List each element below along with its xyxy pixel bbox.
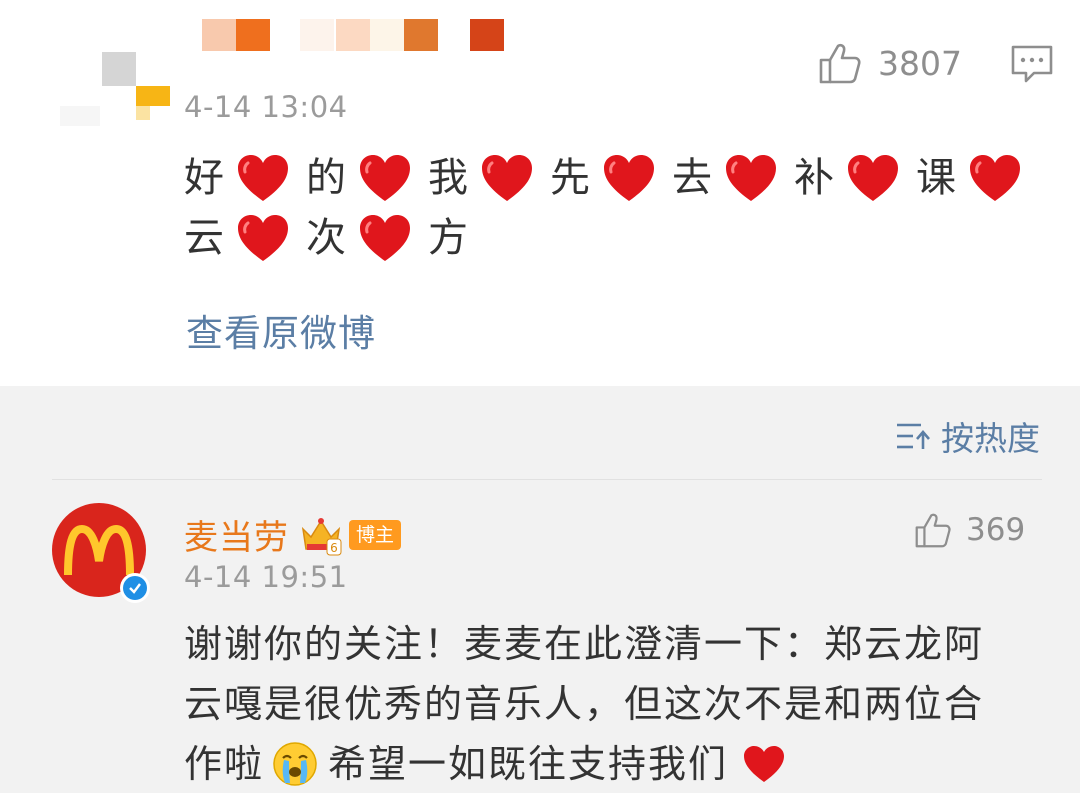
post-text-line: 好的我先去补课 — [184, 148, 1044, 208]
mcdonalds-logo-icon — [64, 525, 134, 576]
sort-label: 按热度 — [941, 419, 1040, 458]
post-like-count: 3807 — [878, 43, 962, 83]
post-char: 课 — [916, 155, 956, 201]
verified-check-icon — [120, 573, 150, 603]
comment-author-row: 麦当劳 6 博主 — [184, 510, 402, 559]
sort-by-heat-button[interactable]: 按热度 — [895, 412, 1040, 460]
post-char: 去 — [672, 155, 712, 201]
post-text: 好 的 我 先 去 补 课 云 次 方 — [184, 148, 1044, 268]
comment-author-name[interactable]: 麦当劳 — [184, 510, 289, 559]
comment-like-button[interactable]: 369 — [914, 512, 1025, 548]
post-char: 方 — [428, 215, 468, 261]
post-char: 先 — [550, 155, 590, 201]
red-heart-emoji — [600, 150, 672, 206]
comment-text-segment: 希望一如既往支持我们 — [328, 742, 729, 786]
red-heart-emoji — [234, 210, 306, 266]
red-heart-emoji — [234, 150, 306, 206]
red-heart-emoji — [478, 150, 550, 206]
avatar[interactable] — [52, 503, 150, 603]
comment-bubble-icon[interactable] — [1010, 44, 1054, 84]
divider — [52, 479, 1042, 480]
post-char: 云 — [184, 215, 224, 261]
post-char: 好 — [184, 155, 224, 201]
crown-level: 6 — [330, 541, 338, 555]
crown-icon[interactable]: 6 — [299, 513, 343, 557]
thumbs-up-icon — [819, 43, 861, 84]
view-original-link[interactable]: 查看原微博 — [186, 303, 376, 357]
red-heart-emoji — [744, 746, 785, 782]
comment-text-line: 云嘎是很优秀的音乐人，但这次不是和两位合 — [184, 682, 985, 726]
comment-text: 谢谢你的关注！麦麦在此澄清一下：郑云龙阿 云嘎是很优秀的音乐人，但这次不是和两位… — [184, 614, 1044, 793]
author-badge: 博主 — [349, 519, 402, 550]
crying-face-emoji — [273, 742, 317, 786]
post-like-button[interactable]: 3807 — [818, 42, 962, 84]
original-post: 3807 4-14 13:04 好 的 我 先 去 补 课 云 次 方 查看原微博 — [0, 0, 1080, 386]
comment-text-segment: 作啦 — [184, 742, 265, 786]
comment-text-line: 作啦 希望一如既往支持我们 — [184, 734, 1044, 793]
post-char: 的 — [306, 155, 346, 201]
red-heart-emoji — [722, 150, 794, 206]
thumbs-up-icon — [915, 513, 951, 548]
comment-text-line: 谢谢你的关注！麦麦在此澄清一下：郑云龙阿 — [184, 622, 985, 666]
post-char: 我 — [428, 155, 468, 201]
comment-like-count: 369 — [966, 512, 1026, 548]
red-heart-emoji — [356, 210, 428, 266]
red-heart-emoji — [966, 150, 1038, 206]
post-text-line: 云次方 — [184, 208, 1044, 268]
red-heart-emoji — [356, 150, 428, 206]
post-timestamp: 4-14 13:04 — [184, 90, 348, 124]
red-heart-emoji — [844, 150, 916, 206]
post-char: 次 — [306, 215, 346, 261]
comments-section: 按热度 麦当劳 6 博主 369 4-14 19:51 谢谢你的关注！麦麦在此澄… — [0, 386, 1080, 793]
sort-icon — [897, 423, 930, 449]
post-char: 补 — [794, 155, 834, 201]
comment-timestamp: 4-14 19:51 — [184, 560, 348, 594]
